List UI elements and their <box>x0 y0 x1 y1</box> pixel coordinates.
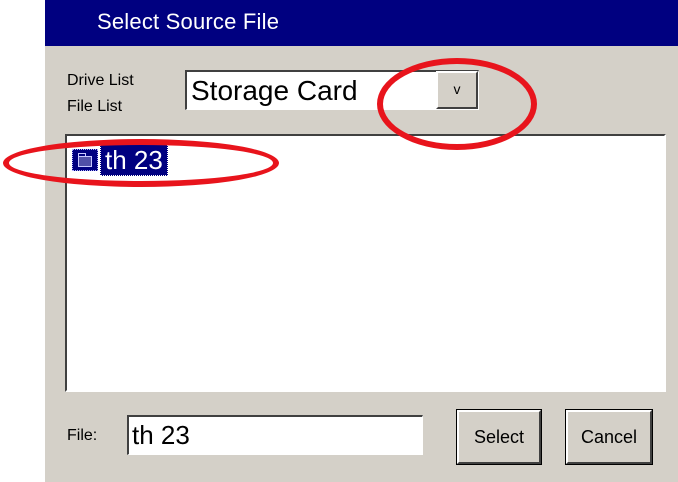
drive-list-selected-value: Storage Card <box>191 75 358 106</box>
dialog-titlebar: Select Source File <box>45 0 678 46</box>
folder-icon <box>72 149 98 171</box>
file-name-input[interactable]: th 23 <box>127 415 423 455</box>
drive-dropdown-button[interactable]: v <box>436 71 478 109</box>
select-button[interactable]: Select <box>456 409 542 465</box>
file-list-box[interactable]: th 23 <box>65 134 666 392</box>
file-field-label: File: <box>67 427 98 444</box>
list-item[interactable]: th 23 <box>72 144 168 176</box>
dialog-title: Select Source File <box>97 9 280 34</box>
drive-list-label: Drive List <box>67 72 134 89</box>
file-list-label: File List <box>67 98 123 115</box>
select-source-file-dialog: Select Source File Drive List File List … <box>45 0 678 482</box>
drive-list-combobox[interactable]: Storage Card <box>185 70 479 110</box>
screenshot-stage: Select Source File Drive List File List … <box>0 0 678 482</box>
cancel-button[interactable]: Cancel <box>565 409 653 465</box>
list-item-label: th 23 <box>100 144 168 176</box>
